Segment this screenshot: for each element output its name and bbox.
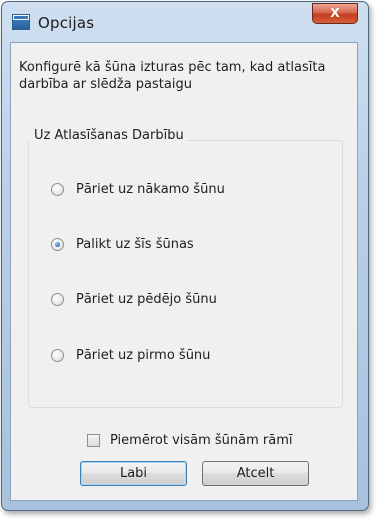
cancel-button[interactable]: Atcelt (202, 461, 309, 486)
ok-button[interactable]: Labi (80, 461, 187, 486)
description-text: Konfigurē kā šūna izturas pēc tam, kad a… (19, 60, 326, 92)
close-button[interactable]: X (312, 3, 358, 24)
radio-label: Palikt uz šīs šūnas (76, 236, 194, 252)
radio-label: Pāriet uz pirmo šūnu (76, 347, 211, 363)
options-dialog: Opcijas X Konfigurē kā šūna izturas pēc … (1, 1, 369, 511)
window-app-icon (12, 14, 30, 30)
window-title: Opcijas (38, 14, 95, 32)
radio-button[interactable] (51, 182, 64, 196)
group-label: Uz Atlasīšanas Darbību (31, 128, 187, 143)
apply-all-checkbox-row[interactable]: Piemērot visām šūnām rāmī (87, 430, 293, 450)
radio-label: Pāriet uz nākamo šūnu (76, 181, 225, 197)
apply-all-checkbox[interactable] (87, 433, 100, 447)
radio-button[interactable] (51, 348, 64, 362)
radio-stay-cell[interactable]: Palikt uz šīs šūnas (51, 234, 194, 254)
checkbox-label: Piemērot visām šūnām rāmī (110, 432, 293, 448)
radio-label: Pāriet uz pēdējo šūnu (76, 291, 217, 307)
radio-first-cell[interactable]: Pāriet uz pirmo šūnu (51, 345, 210, 365)
title-bar[interactable]: Opcijas X (2, 2, 368, 42)
radio-button[interactable] (51, 292, 64, 306)
radio-next-cell[interactable]: Pāriet uz nākamo šūnu (51, 179, 225, 199)
radio-last-cell[interactable]: Pāriet uz pēdējo šūnu (51, 289, 217, 309)
radio-button-selected[interactable] (51, 237, 64, 251)
dialog-body: Konfigurē kā šūna izturas pēc tam, kad a… (10, 42, 358, 501)
